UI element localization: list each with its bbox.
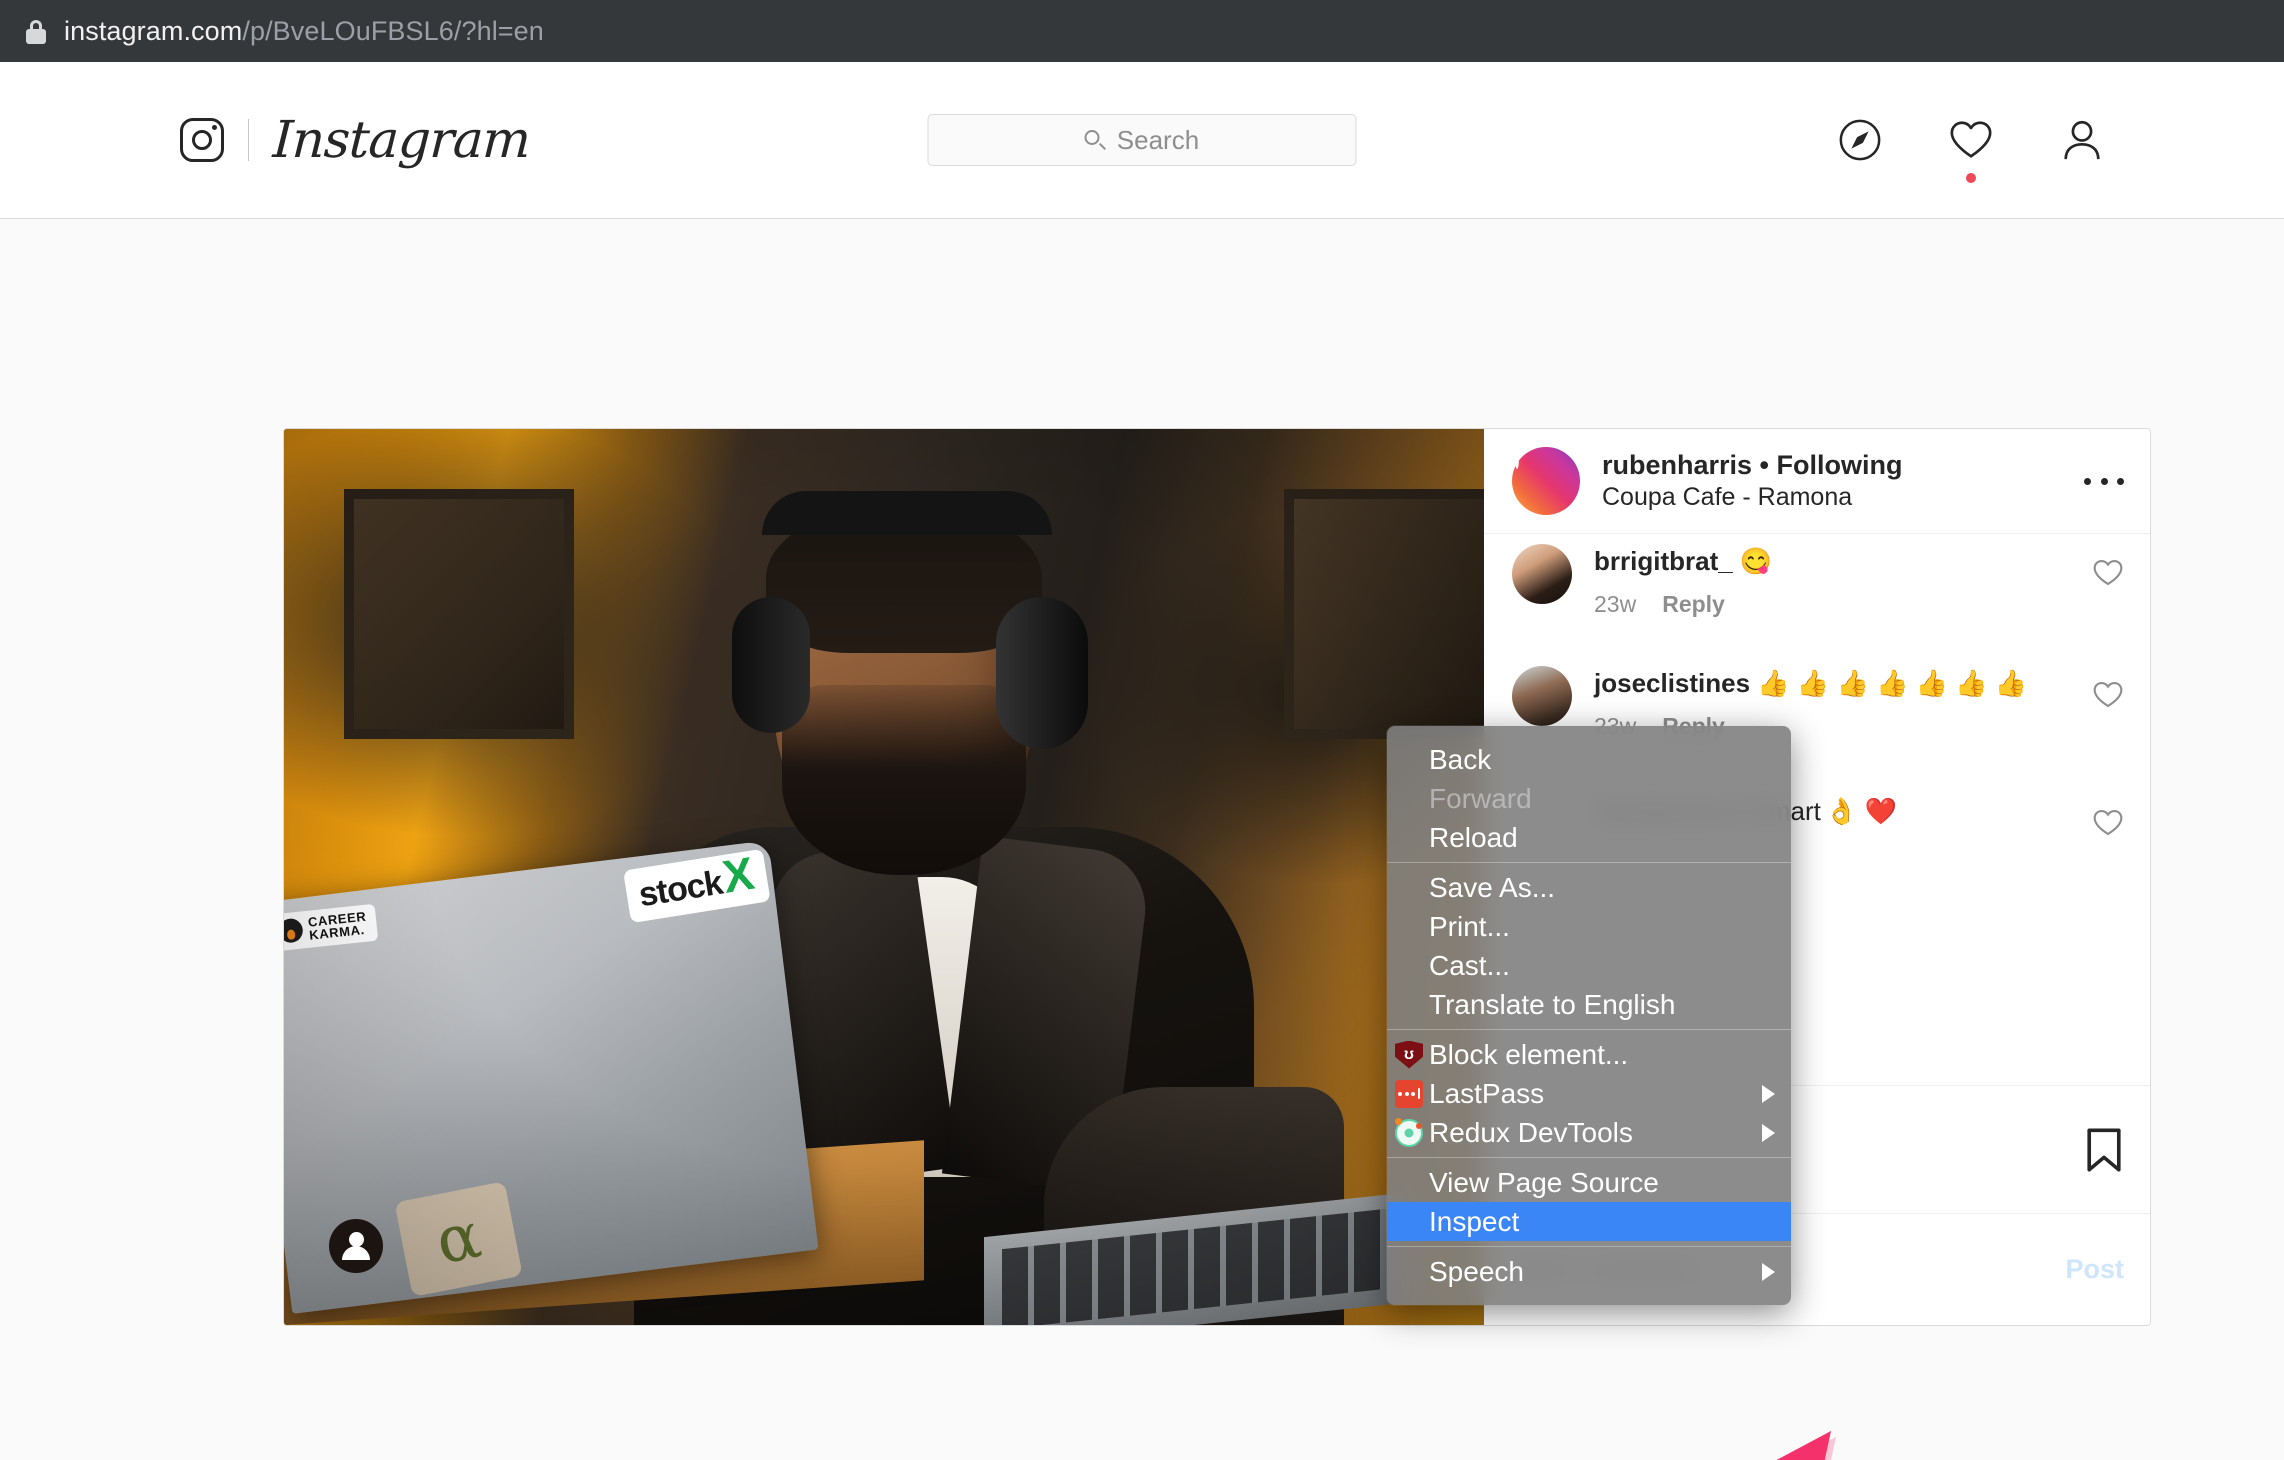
url-path: /p/BveLOuFBSL6/?hl=en — [242, 15, 544, 46]
more-options-button[interactable] — [2084, 467, 2124, 495]
ublock-origin-icon: ʊ — [1395, 1040, 1423, 1069]
browser-context-menu[interactable]: Back Forward Reload Save As... Print... … — [1387, 726, 1791, 1305]
explore-compass-icon[interactable] — [1837, 117, 1883, 163]
photo-vignette — [284, 429, 1484, 1325]
submenu-arrow-icon — [1762, 1123, 1775, 1142]
search-placeholder: Search — [1116, 124, 1200, 155]
context-menu-group: Speech — [1387, 1247, 1791, 1296]
post-header: rubenharris • Following Coupa Cafe - Ram… — [1484, 429, 2150, 534]
instagram-camera-icon[interactable] — [179, 118, 224, 162]
search-container[interactable]: Search — [927, 114, 1357, 166]
post-card: CAREER KARMA. stock X α — [283, 428, 2151, 1326]
context-menu-item-speech[interactable]: Speech — [1387, 1252, 1791, 1291]
browser-url-bar[interactable]: instagram.com/p/BveLOuFBSL6/?hl=en — [0, 0, 2284, 62]
post-photo[interactable]: CAREER KARMA. stock X α — [284, 429, 1484, 1325]
brand-logo[interactable]: Instagram — [179, 111, 531, 170]
comment-username[interactable]: joseclistines — [1594, 668, 1750, 698]
heart-outline-icon[interactable] — [2092, 556, 2124, 588]
context-menu-label: LastPass — [1429, 1077, 1545, 1109]
search-input[interactable]: Search — [927, 114, 1357, 166]
heart-outline-icon[interactable] — [2092, 806, 2124, 838]
submenu-arrow-icon — [1762, 1084, 1775, 1103]
avatar[interactable] — [1512, 544, 1572, 604]
comment-body: 😋 — [1739, 546, 1773, 576]
comment-body: 👍 👍 👍 👍 👍 👍 👍 — [1757, 667, 2028, 698]
context-menu-item-cast[interactable]: Cast... — [1387, 946, 1791, 985]
context-menu-item-view-page-source[interactable]: View Page Source — [1387, 1163, 1791, 1202]
context-menu-item-translate[interactable]: Translate to English — [1387, 985, 1791, 1024]
avatar[interactable] — [1512, 665, 1572, 726]
activity-heart-icon[interactable] — [1948, 117, 1994, 183]
profile-person-icon[interactable] — [2059, 117, 2105, 163]
post-location[interactable]: Coupa Cafe - Ramona — [1602, 482, 2062, 513]
redux-devtools-icon — [1395, 1117, 1423, 1147]
brand-divider — [247, 119, 249, 161]
context-menu-group: View Page Source Inspect — [1387, 1158, 1791, 1246]
search-icon — [1084, 130, 1107, 150]
lock-icon — [26, 18, 46, 44]
comment-username[interactable]: brrigitbrat_ — [1594, 546, 1733, 576]
context-menu-group: Save As... Print... Cast... Translate to… — [1387, 863, 1791, 1029]
comment-time: 23w — [1594, 590, 1637, 617]
list-item: brrigitbrat_ 😋 23w Reply — [1512, 534, 2124, 622]
lastpass-icon — [1395, 1079, 1423, 1108]
page-stage: CAREER KARMA. stock X α — [0, 219, 2284, 1460]
context-menu-item-reload[interactable]: Reload — [1387, 818, 1791, 857]
context-menu-group: ʊ Block element... LastPass Redux DevToo… — [1387, 1030, 1791, 1157]
context-menu-group: Back Forward Reload — [1387, 735, 1791, 862]
context-menu-item-print[interactable]: Print... — [1387, 907, 1791, 946]
avatar[interactable] — [1512, 447, 1580, 515]
url-domain: instagram.com — [64, 15, 243, 46]
context-menu-item-inspect[interactable]: Inspect — [1387, 1202, 1791, 1241]
pink-pointer-arrow — [1735, 1413, 2165, 1460]
activity-notification-dot — [1965, 173, 1976, 183]
person-tag-icon[interactable] — [329, 1219, 383, 1273]
context-menu-item-redux-devtools[interactable]: Redux DevTools — [1387, 1113, 1791, 1152]
context-menu-item-lastpass[interactable]: LastPass — [1387, 1074, 1791, 1113]
context-menu-label: Redux DevTools — [1429, 1116, 1633, 1148]
submenu-arrow-icon — [1762, 1262, 1775, 1281]
instagram-navbar: Instagram Search — [0, 62, 2284, 219]
context-menu-label: Speech — [1429, 1255, 1524, 1287]
nav-icon-group — [1837, 117, 2105, 183]
context-menu-item-back[interactable]: Back — [1387, 740, 1791, 779]
comment-text-emoji: 👌 ❤️ — [1825, 795, 1898, 826]
post-comment-button[interactable]: Post — [2065, 1254, 2124, 1285]
bookmark-outline-icon[interactable] — [2084, 1127, 2124, 1173]
post-author[interactable]: rubenharris • Following — [1602, 449, 2062, 483]
comment-text: joseclistines 👍 👍 👍 👍 👍 👍 👍 — [1594, 668, 2027, 698]
instagram-wordmark[interactable]: Instagram — [271, 111, 531, 170]
url-text[interactable]: instagram.com/p/BveLOuFBSL6/?hl=en — [64, 16, 544, 47]
context-menu-label: Block element... — [1429, 1038, 1629, 1070]
comment-text: brrigitbrat_ 😋 — [1594, 546, 1772, 576]
context-menu-item-forward: Forward — [1429, 782, 1532, 814]
context-menu-item-block-element[interactable]: ʊ Block element... — [1387, 1035, 1791, 1074]
heart-outline-icon[interactable] — [2092, 678, 2124, 710]
context-menu-item-save-as[interactable]: Save As... — [1387, 868, 1791, 907]
comment-reply-button[interactable]: Reply — [1662, 591, 1725, 618]
